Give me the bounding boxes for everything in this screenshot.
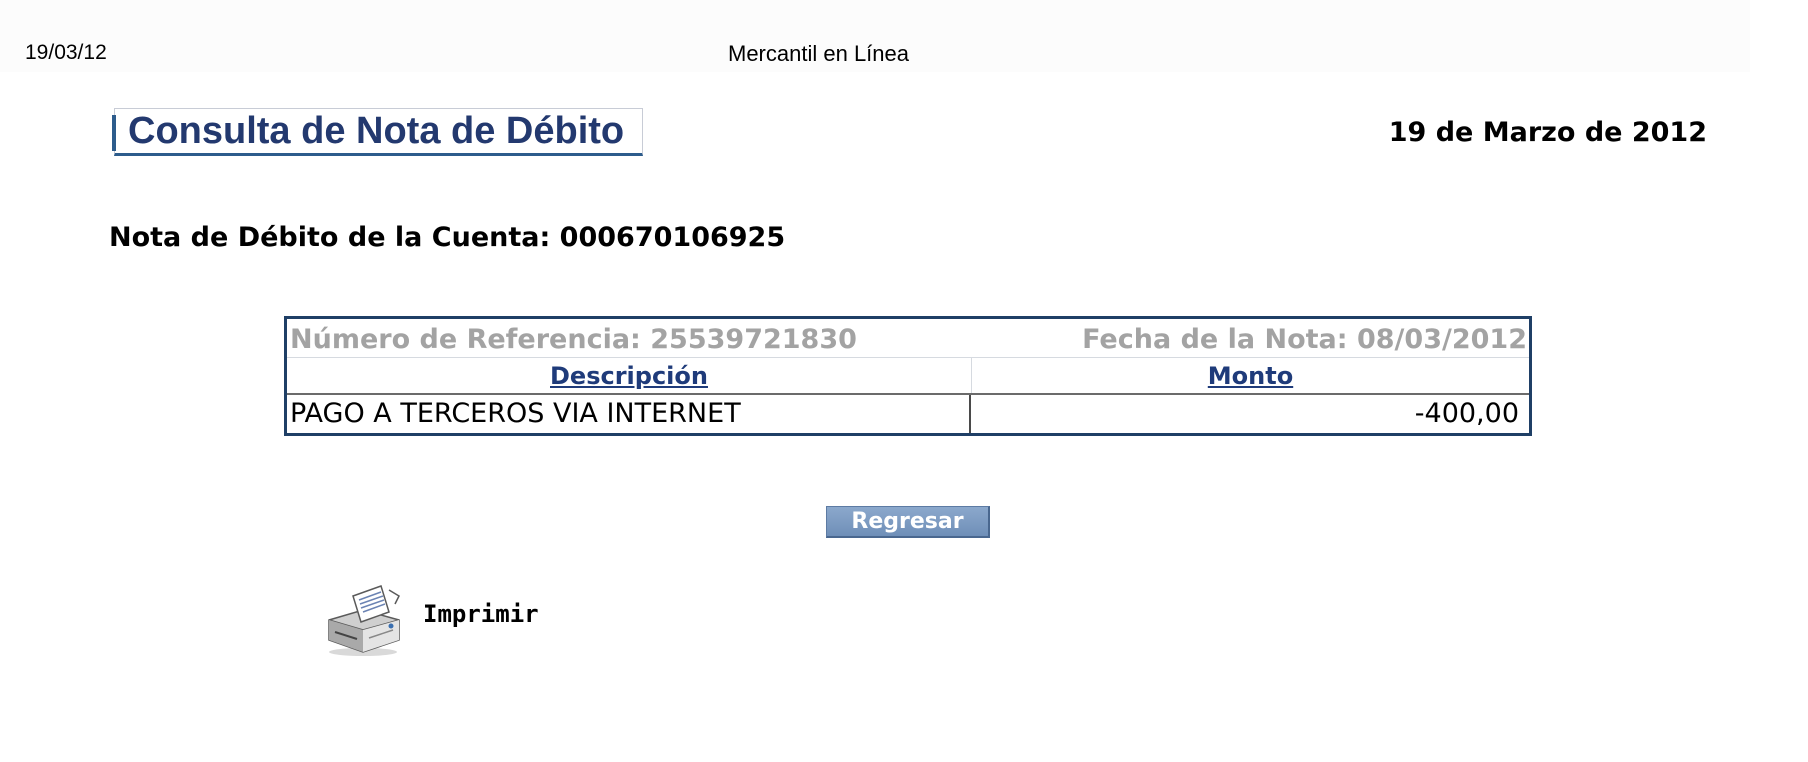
note-date: Fecha de la Nota: 08/03/2012 xyxy=(1082,324,1527,355)
table-header-row: Descripción Monto xyxy=(287,357,1529,395)
account-heading: Nota de Débito de la Cuenta: 00067010692… xyxy=(109,222,786,253)
cell-descripcion: PAGO A TERCEROS VIA INTERNET xyxy=(287,395,971,433)
print-header-date: 19/03/12 xyxy=(25,41,107,64)
title-accent-bar xyxy=(112,115,116,151)
reference-number: Número de Referencia: 25539721830 xyxy=(290,324,857,355)
page-date: 19 de Marzo de 2012 xyxy=(1388,117,1707,148)
print-header: 19/03/12 Mercantil en Línea xyxy=(0,0,1750,72)
table-row: PAGO A TERCEROS VIA INTERNET -400,00 xyxy=(287,395,1529,433)
column-header-descripcion[interactable]: Descripción xyxy=(287,358,972,393)
page-title-box: Consulta de Nota de Débito xyxy=(112,108,643,156)
print-label[interactable]: Imprimir xyxy=(423,600,539,628)
debit-note-table: Número de Referencia: 25539721830 Fecha … xyxy=(284,316,1532,436)
cell-monto: -400,00 xyxy=(1414,398,1519,429)
print-header-site-name: Mercantil en Línea xyxy=(728,41,909,66)
reference-row: Número de Referencia: 25539721830 Fecha … xyxy=(287,319,1529,357)
print-link[interactable]: Imprimir xyxy=(323,582,539,658)
page-title: Consulta de Nota de Débito xyxy=(128,110,625,152)
column-header-monto[interactable]: Monto xyxy=(972,358,1529,393)
back-button[interactable]: Regresar xyxy=(826,506,990,538)
printer-icon[interactable] xyxy=(323,582,405,658)
